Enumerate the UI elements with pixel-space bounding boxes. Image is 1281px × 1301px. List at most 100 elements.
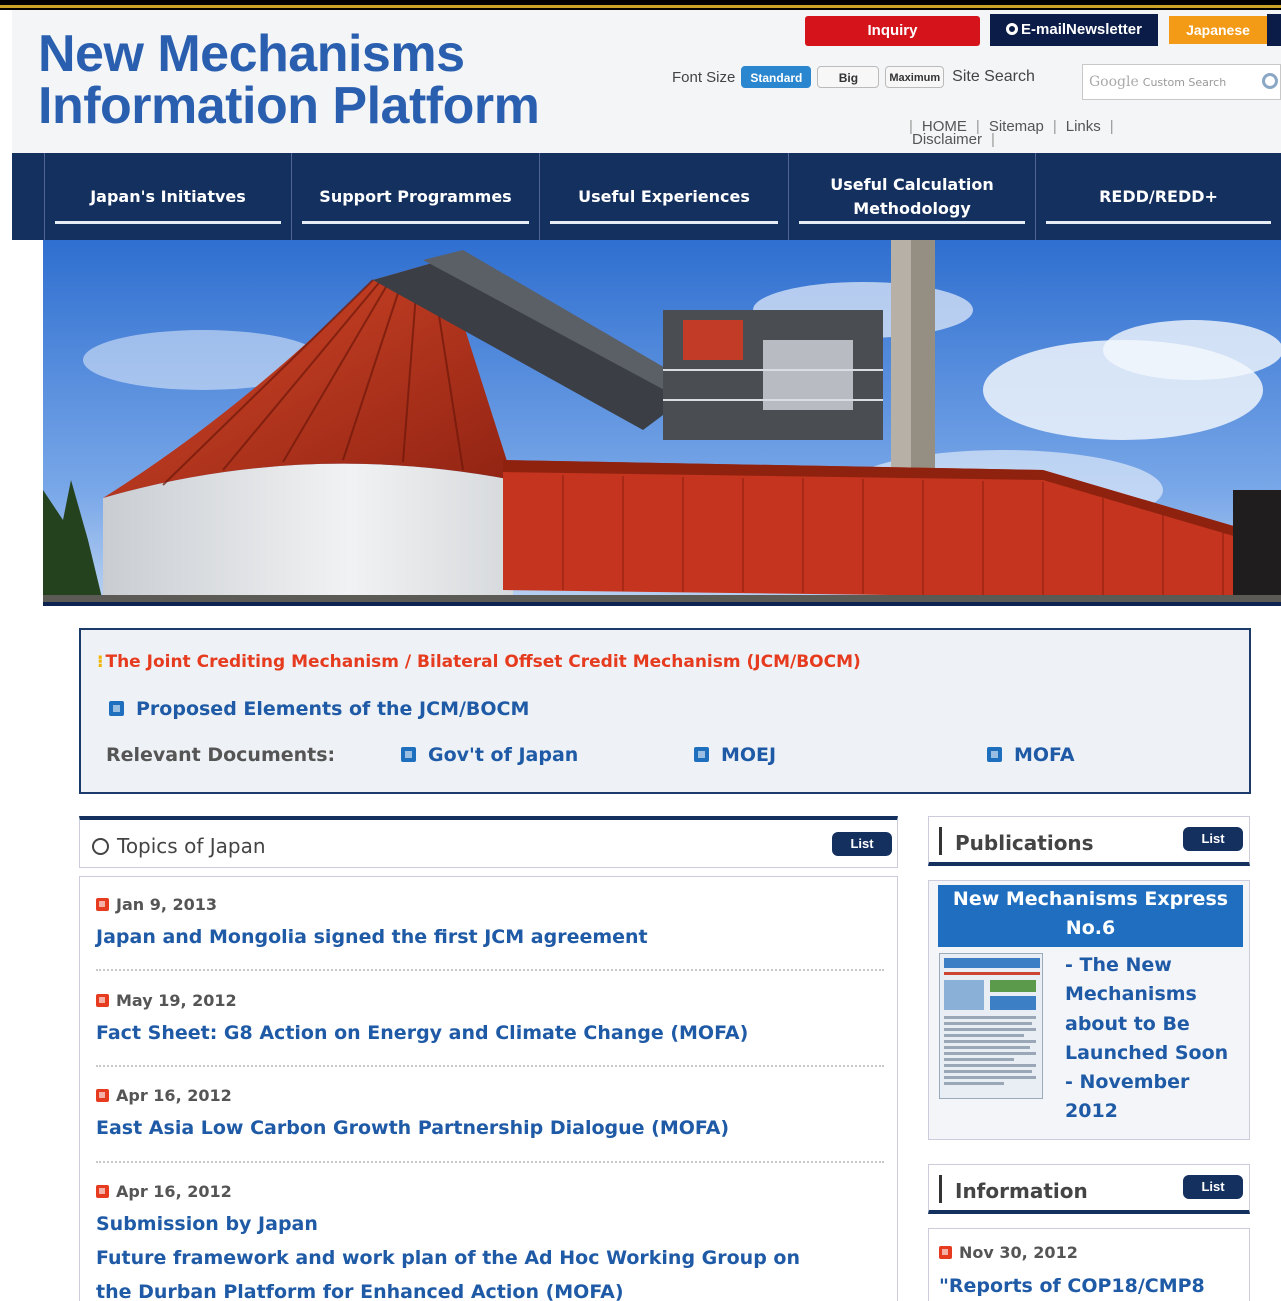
topics-title-text: Topics of Japan bbox=[117, 834, 266, 858]
news-date-text: Apr 16, 2012 bbox=[116, 1182, 232, 1201]
list-item: Apr 16, 2012 East Asia Low Carbon Growth… bbox=[96, 1086, 886, 1139]
site-logo[interactable]: New Mechanisms Information Platform bbox=[38, 25, 540, 135]
publications-header: Publications List bbox=[928, 816, 1250, 866]
doc-link-moej[interactable]: MOEJ bbox=[694, 744, 776, 766]
publication-card: New Mechanisms Express No.6 - The New Me… bbox=[928, 880, 1250, 1140]
bullet-icon bbox=[96, 1089, 109, 1102]
news-link[interactable]: Japan and Mongolia signed the first JCM … bbox=[96, 926, 886, 948]
nav-label: Useful Calculation Methodology bbox=[830, 174, 994, 218]
utility-links: | HOME | Sitemap | Links | Disclaimer | bbox=[909, 118, 1114, 148]
link-arrow-icon bbox=[987, 747, 1002, 762]
power-plant-illustration bbox=[43, 240, 1281, 602]
nav-label: Useful Experiences bbox=[578, 186, 750, 206]
doc-link-text: MOEJ bbox=[721, 744, 777, 766]
logo-line-1: New Mechanisms bbox=[38, 25, 465, 83]
link-arrow-icon bbox=[694, 747, 709, 762]
proposed-elements-text: Proposed Elements of the JCM/BOCM bbox=[136, 698, 530, 720]
relevant-documents-label: Relevant Documents: bbox=[106, 744, 336, 766]
disclaimer-link[interactable]: Disclaimer bbox=[912, 131, 982, 148]
search-icon[interactable] bbox=[1262, 73, 1278, 89]
site-header: New Mechanisms Information Platform Inqu… bbox=[12, 10, 1281, 153]
publications-list-button[interactable]: List bbox=[1183, 827, 1243, 851]
bullet-icon bbox=[96, 898, 109, 911]
topics-list-button[interactable]: List bbox=[832, 832, 892, 856]
publication-thumbnail[interactable] bbox=[939, 953, 1043, 1099]
publication-description[interactable]: - The New Mechanisms about to Be Launche… bbox=[1065, 951, 1245, 1127]
list-item: Apr 16, 2012 Submission by Japan Future … bbox=[96, 1182, 886, 1301]
news-date: Apr 16, 2012 bbox=[96, 1182, 886, 1201]
doc-link-mofa[interactable]: MOFA bbox=[987, 744, 1075, 766]
logo-line-2: Information Platform bbox=[38, 77, 540, 135]
news-date-text: Apr 16, 2012 bbox=[116, 1086, 232, 1105]
news-link-line3[interactable]: the Durban Platform for Enhanced Action … bbox=[96, 1275, 886, 1301]
nav-item-redd[interactable]: REDD/REDD+ bbox=[1036, 153, 1281, 240]
topics-panel: Topics of Japan List Jan 9, 2013 Japan a… bbox=[79, 816, 898, 1301]
information-list-button[interactable]: List bbox=[1183, 1175, 1243, 1199]
header-tail bbox=[1267, 14, 1281, 46]
nav-item-japans-initiatives[interactable]: Japan's Initiatves bbox=[45, 153, 291, 240]
news-date: Jan 9, 2013 bbox=[96, 895, 886, 914]
proposed-elements-link[interactable]: Proposed Elements of the JCM/BOCM bbox=[109, 698, 529, 720]
divider bbox=[96, 1161, 884, 1163]
doc-link-text: Gov't of Japan bbox=[428, 744, 579, 766]
nav-label: Japan's Initiatves bbox=[90, 186, 246, 206]
nav-label: Support Programmes bbox=[319, 186, 512, 206]
links-link[interactable]: Links bbox=[1066, 118, 1101, 135]
font-size-controls: Font Size Standard Big Maximum Site Sear… bbox=[672, 64, 1035, 90]
font-size-maximum-button[interactable]: Maximum bbox=[885, 66, 945, 88]
news-date: Apr 16, 2012 bbox=[96, 1086, 886, 1105]
japanese-language-button[interactable]: Japanese bbox=[1169, 16, 1267, 44]
search-brand: Google bbox=[1089, 74, 1139, 90]
news-date: May 19, 2012 bbox=[96, 991, 886, 1010]
font-size-big-button[interactable]: Big bbox=[817, 66, 880, 88]
newsletter-label: E-mailNewsletter bbox=[1021, 21, 1142, 38]
info-date: Nov 30, 2012 bbox=[939, 1243, 1078, 1262]
hero-image bbox=[43, 240, 1281, 602]
pub-desc-line: - The New bbox=[1065, 954, 1172, 976]
news-date-text: May 19, 2012 bbox=[116, 991, 237, 1010]
bullet-icon bbox=[939, 1246, 952, 1259]
divider bbox=[96, 1065, 884, 1067]
bullet-icon bbox=[96, 994, 109, 1007]
publication-title-line1: New Mechanisms Express bbox=[952, 888, 1229, 910]
sitemap-link[interactable]: Sitemap bbox=[989, 118, 1044, 135]
divider bbox=[96, 969, 884, 971]
font-size-standard-button[interactable]: Standard bbox=[741, 66, 812, 88]
circle-bullet-icon bbox=[1006, 23, 1019, 35]
news-link[interactable]: Submission by Japan bbox=[96, 1207, 886, 1241]
pub-desc-line: - November bbox=[1065, 1071, 1190, 1094]
info-date-text: Nov 30, 2012 bbox=[959, 1243, 1078, 1262]
information-header: Information List bbox=[928, 1164, 1250, 1214]
news-link[interactable]: East Asia Low Carbon Growth Partnership … bbox=[96, 1117, 886, 1139]
pub-desc-line: Mechanisms bbox=[1065, 983, 1197, 1006]
jcm-heading[interactable]: ⁝ The Joint Crediting Mechanism / Bilater… bbox=[97, 652, 861, 672]
main-nav: Japan's Initiatves Support Programmes Us… bbox=[12, 153, 1281, 240]
doc-link-text: MOFA bbox=[1014, 744, 1075, 766]
info-link[interactable]: "Reports of COP18/CMP8 bbox=[939, 1275, 1205, 1297]
circle-icon bbox=[92, 838, 109, 855]
header-bar bbox=[939, 827, 942, 855]
font-size-label: Font Size bbox=[672, 68, 736, 86]
nav-item-useful-calculation-methodology[interactable]: Useful Calculation Methodology bbox=[789, 153, 1035, 240]
publication-title[interactable]: New Mechanisms Express No.6 bbox=[938, 885, 1243, 947]
document-thumbnail-icon bbox=[940, 954, 1042, 1098]
link-arrow-icon bbox=[401, 747, 416, 762]
doc-link-govt-japan[interactable]: Gov't of Japan bbox=[401, 744, 578, 766]
information-title: Information bbox=[955, 1179, 1088, 1203]
site-search-label: Site Search bbox=[952, 68, 1035, 85]
publication-title-line2: No.6 bbox=[1065, 917, 1116, 939]
list-item: May 19, 2012 Fact Sheet: G8 Action on En… bbox=[96, 991, 886, 1044]
pub-desc-line: about to Be bbox=[1065, 1012, 1190, 1035]
link-arrow-icon bbox=[109, 701, 124, 716]
information-list: Nov 30, 2012 "Reports of COP18/CMP8 bbox=[928, 1228, 1250, 1301]
search-input[interactable]: Google Custom Search bbox=[1082, 64, 1281, 100]
inquiry-button[interactable]: Inquiry bbox=[805, 16, 980, 46]
news-link-line2[interactable]: Future framework and work plan of the Ad… bbox=[96, 1241, 886, 1275]
nav-item-support-programmes[interactable]: Support Programmes bbox=[292, 153, 539, 240]
news-link[interactable]: Fact Sheet: G8 Action on Energy and Clim… bbox=[96, 1022, 886, 1044]
jcm-box: ⁝ The Joint Crediting Mechanism / Bilater… bbox=[79, 628, 1251, 794]
search-placeholder: Custom Search bbox=[1142, 76, 1227, 89]
jcm-title-text: The Joint Crediting Mechanism / Bilatera… bbox=[105, 652, 861, 672]
newsletter-button[interactable]: E-mailNewsletter bbox=[990, 14, 1158, 46]
nav-item-useful-experiences[interactable]: Useful Experiences bbox=[540, 153, 788, 240]
